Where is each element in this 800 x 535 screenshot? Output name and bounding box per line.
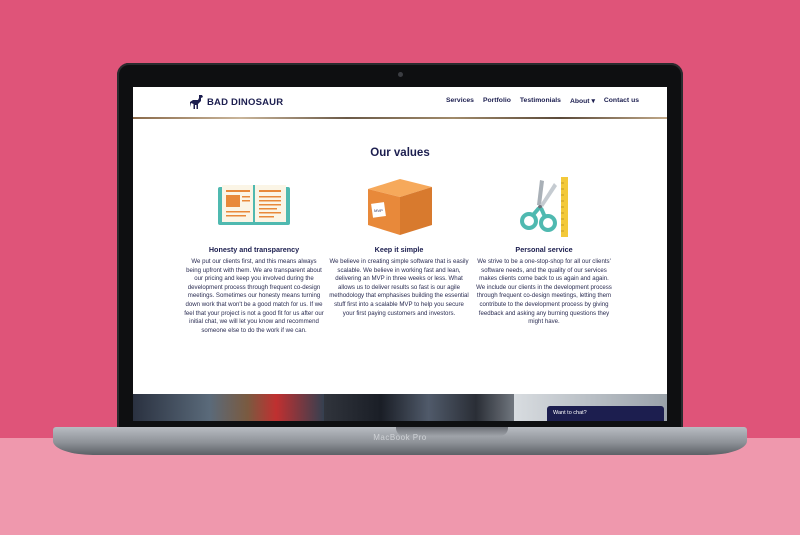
value-card-simple: MVP Keep it simple We believe in creatin…: [329, 175, 469, 318]
site-logo[interactable]: BAD DINOSAUR: [190, 94, 283, 110]
value-description: We put our clients first, and this means…: [184, 258, 324, 334]
value-title: Honesty and transparency: [208, 245, 300, 254]
value-card-honesty: Honesty and transparency We put our clie…: [184, 175, 324, 335]
value-description: We believe in creating simple software t…: [329, 258, 469, 317]
dinosaur-icon: [190, 95, 203, 109]
value-title: Keep it simple: [374, 245, 424, 254]
camera-icon: [398, 72, 403, 77]
browser-viewport: BAD DINOSAUR Services Portfolio Testimon…: [133, 87, 667, 421]
box-icon: MVP: [368, 179, 432, 235]
team-photo: [323, 394, 515, 421]
team-photo: [133, 394, 324, 421]
nav-contact[interactable]: Contact us: [604, 97, 639, 105]
chat-widget-button[interactable]: Want to chat?: [547, 406, 664, 421]
nav-about[interactable]: About ▾: [570, 97, 595, 105]
logo-text: BAD DINOSAUR: [207, 96, 284, 108]
nav-services[interactable]: Services: [446, 97, 474, 105]
scissors-icon: [520, 177, 568, 237]
nav-testimonials[interactable]: Testimonials: [520, 97, 561, 105]
value-title: Personal service: [515, 245, 573, 254]
device-label: MacBook Pro: [373, 433, 427, 442]
box-label: MVP: [374, 208, 383, 213]
value-card-personal: Personal service We strive to be a one-s…: [474, 175, 614, 327]
value-description: We strive to be a one-stop-shop for all …: [476, 258, 612, 326]
book-icon: [218, 185, 290, 225]
section-heading: Our values: [370, 147, 430, 159]
hero-image-edge: [133, 117, 667, 119]
nav-portfolio[interactable]: Portfolio: [483, 97, 511, 105]
main-nav: Services Portfolio Testimonials About ▾ …: [446, 97, 639, 105]
site-header: BAD DINOSAUR Services Portfolio Testimon…: [133, 87, 667, 117]
